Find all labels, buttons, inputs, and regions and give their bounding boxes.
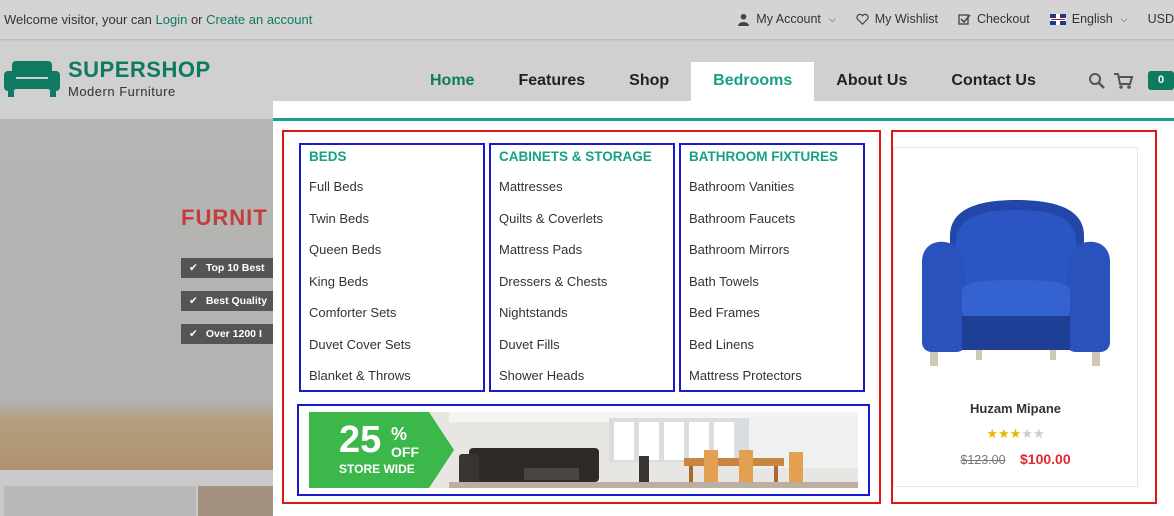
promo-banner[interactable]: 25 % OFF STORE WIDE: [309, 412, 858, 488]
menu-column-bathroom-fixtures: BATHROOM FIXTURES Bathroom Vanities Bath…: [679, 143, 865, 392]
content-strip: [0, 470, 273, 516]
currency-dropdown[interactable]: USD: [1148, 12, 1174, 26]
login-link[interactable]: Login: [156, 12, 188, 27]
language-dropdown[interactable]: English ⌵: [1049, 12, 1128, 26]
nav-item-home[interactable]: Home: [408, 62, 496, 102]
menu-column-cabinets-storage: CABINETS & STORAGE Mattresses Quilts & C…: [489, 143, 675, 392]
brand-name: SUPERSHOP: [68, 57, 211, 82]
cart-count-badge[interactable]: 0: [1148, 71, 1174, 90]
store-wide-label: STORE WIDE: [339, 462, 415, 476]
top-bar: Welcome visitor, your can Login or Creat…: [0, 0, 1174, 40]
nav-item-features[interactable]: Features: [496, 62, 607, 102]
menu-link[interactable]: Queen Beds: [309, 242, 411, 274]
product-prices: $123.00 $100.00: [894, 451, 1137, 469]
menu-link[interactable]: Mattress Protectors: [689, 368, 802, 400]
menu-link[interactable]: Blanket & Throws: [309, 368, 411, 400]
menu-link[interactable]: Bathroom Vanities: [689, 179, 802, 211]
discount-percent: 25: [339, 419, 382, 461]
menu-link[interactable]: Duvet Fills: [499, 337, 607, 369]
currency-label: USD: [1147, 12, 1174, 26]
hero-title: FURNIT: [181, 205, 268, 230]
checkout-label: Checkout: [976, 12, 1030, 26]
menu-link[interactable]: Bed Linens: [689, 337, 802, 369]
checkbox-icon: [958, 13, 971, 25]
old-price: $123.00: [960, 453, 1006, 467]
heart-icon: [856, 13, 869, 25]
sofa-logo-icon: [4, 61, 60, 97]
uk-flag-icon: [1049, 13, 1066, 25]
welcome-message: Welcome visitor, your can Login or Creat…: [4, 12, 312, 27]
create-account-link[interactable]: Create an account: [206, 12, 312, 27]
discount-badge-bg: [309, 412, 454, 488]
site-logo[interactable]: SUPERSHOP Modern Furniture: [4, 59, 211, 99]
menu-accent-line: [273, 118, 1174, 121]
top-links: My Account ⌵ My Wishlist Checkout Englis…: [717, 12, 1174, 26]
brand-tagline: Modern Furniture: [68, 84, 176, 99]
chevron-down-icon: ⌵: [1120, 13, 1128, 24]
armchair-image[interactable]: [916, 192, 1116, 372]
menu-link[interactable]: Mattress Pads: [499, 242, 607, 274]
column-title[interactable]: BATHROOM FIXTURES: [689, 149, 838, 164]
my-wishlist-label: My Wishlist: [874, 12, 938, 26]
my-account-label: My Account: [756, 12, 821, 26]
column-title[interactable]: CABINETS & STORAGE: [499, 149, 652, 164]
hero-badge: ✔ Over 1200 I: [181, 324, 273, 344]
column-title[interactable]: BEDS: [309, 149, 347, 164]
discount-off-label: OFF: [391, 444, 419, 460]
user-icon: [738, 13, 750, 26]
checkout-link[interactable]: Checkout: [958, 12, 1030, 26]
menu-link[interactable]: Bed Frames: [689, 305, 802, 337]
check-icon: ✔: [189, 295, 198, 307]
menu-link[interactable]: Comforter Sets: [309, 305, 411, 337]
star-filled-icon: ★: [998, 426, 1010, 441]
cart-icon[interactable]: [1114, 72, 1134, 90]
menu-column-beds: BEDS Full Beds Twin Beds Queen Beds King…: [299, 143, 485, 392]
language-label: English: [1071, 12, 1113, 26]
welcome-text: Welcome visitor, your can: [4, 12, 152, 27]
menu-link[interactable]: Bathroom Faucets: [689, 211, 802, 243]
nav-item-contact-us[interactable]: Contact Us: [929, 62, 1057, 102]
or-text: or: [190, 12, 203, 27]
nav-item-shop[interactable]: Shop: [607, 62, 691, 102]
check-icon: ✔: [189, 328, 198, 340]
star-filled-icon: ★: [986, 426, 999, 441]
header-icons: 0: [1088, 71, 1174, 90]
menu-link[interactable]: Duvet Cover Sets: [309, 337, 411, 369]
menu-link[interactable]: Nightstands: [499, 305, 607, 337]
nav-item-about-us[interactable]: About Us: [814, 62, 929, 102]
product-rating: ★★★★★: [894, 426, 1137, 442]
menu-link[interactable]: Bath Towels: [689, 274, 802, 306]
menu-link[interactable]: Twin Beds: [309, 211, 411, 243]
star-empty-icon: ★: [1032, 426, 1045, 441]
promo-banner-frame: 25 % OFF STORE WIDE: [297, 404, 870, 496]
my-wishlist-link[interactable]: My Wishlist: [856, 12, 938, 26]
menu-link[interactable]: Shower Heads: [499, 368, 607, 400]
hero-badge: ✔ Best Quality: [181, 291, 273, 311]
hero-badge: ✔ Top 10 Best: [181, 258, 273, 278]
menu-link[interactable]: Bathroom Mirrors: [689, 242, 802, 274]
menu-link[interactable]: Quilts & Coverlets: [499, 211, 607, 243]
search-icon[interactable]: [1088, 72, 1106, 90]
menu-link[interactable]: Dressers & Chests: [499, 274, 607, 306]
star-empty-icon: ★: [1021, 426, 1033, 441]
menu-link[interactable]: Mattresses: [499, 179, 607, 211]
product-name[interactable]: Huzam Mipane: [894, 401, 1137, 416]
star-filled-icon: ★: [1009, 426, 1022, 441]
my-account-dropdown[interactable]: My Account ⌵: [737, 12, 836, 26]
main-nav: Home Features Shop Bedrooms About Us Con…: [408, 62, 1058, 102]
menu-link[interactable]: Full Beds: [309, 179, 411, 211]
chevron-down-icon: ⌵: [828, 13, 836, 24]
menu-links-region: BEDS Full Beds Twin Beds Queen Beds King…: [282, 130, 881, 504]
featured-product-card[interactable]: Huzam Mipane ★★★★★ $123.00 $100.00: [893, 147, 1138, 487]
discount-percent-sign: %: [391, 424, 408, 444]
sale-price: $100.00: [1020, 451, 1071, 467]
menu-link[interactable]: King Beds: [309, 274, 411, 306]
nav-item-bedrooms[interactable]: Bedrooms: [691, 62, 815, 101]
check-icon: ✔: [189, 262, 198, 274]
